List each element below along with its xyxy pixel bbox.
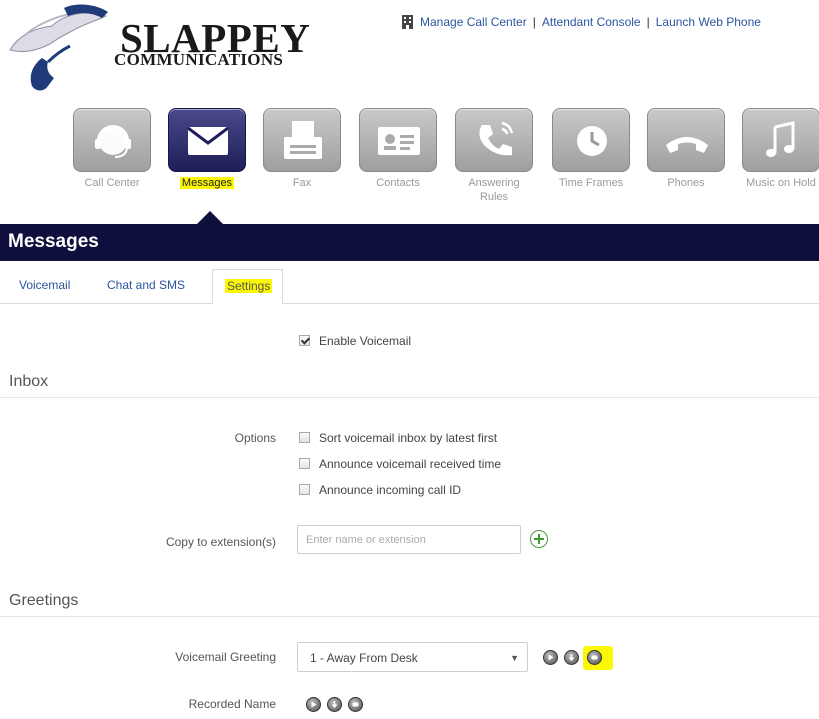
tab-settings[interactable]: Settings — [212, 269, 284, 305]
record-icon[interactable] — [587, 650, 602, 665]
record-icon[interactable] — [348, 697, 363, 712]
brand-logo: SLAPPEY COMMUNICATIONS — [4, 4, 310, 94]
app-label: Phones — [667, 177, 705, 189]
announce-call-id-checkbox[interactable] — [299, 484, 310, 495]
attendant-console-link[interactable]: Attendant Console — [542, 15, 641, 29]
chevron-down-icon: ▼ — [510, 653, 519, 663]
add-extension-button[interactable] — [530, 530, 548, 548]
tab-settings-label: Settings — [225, 279, 273, 293]
tab-bar: Voicemail Chat and SMS Settings — [0, 269, 819, 305]
top-links: Manage Call Center | Attendant Console |… — [401, 15, 761, 29]
app-phones[interactable]: Phones — [646, 108, 726, 190]
app-time-frames[interactable]: Time Frames — [551, 108, 631, 190]
copy-to-extension-label: Copy to extension(s) — [165, 535, 276, 549]
option-row: Announce voicemail received time — [299, 457, 501, 471]
music-note-icon — [742, 108, 819, 172]
phone-rules-icon — [455, 108, 533, 172]
manage-call-center-link[interactable]: Manage Call Center — [420, 15, 527, 29]
sort-latest-first-checkbox[interactable] — [299, 432, 310, 443]
app-label: Messages — [179, 177, 235, 189]
app-label: Fax — [292, 177, 312, 189]
voicemail-greeting-value: 1 - Away From Desk — [310, 651, 418, 665]
play-icon[interactable] — [543, 650, 558, 665]
building-icon — [402, 15, 413, 29]
app-music-on-hold[interactable]: Music on Hold — [741, 108, 819, 190]
app-fax[interactable]: Fax — [262, 108, 342, 190]
phone-handset-icon — [647, 108, 725, 172]
fax-icon — [263, 108, 341, 172]
active-app-caret — [196, 211, 224, 225]
contact-card-icon — [359, 108, 437, 172]
launch-web-phone-link[interactable]: Launch Web Phone — [656, 15, 761, 29]
app-label: Answering Rules — [468, 177, 520, 203]
headset-icon — [73, 108, 151, 172]
section-header: Messages — [0, 211, 819, 261]
logo-phone-icon — [9, 4, 108, 91]
app-label: Music on Hold — [746, 177, 816, 189]
recorded-name-label: Recorded Name — [188, 697, 276, 711]
brand-subtitle: COMMUNICATIONS — [114, 50, 284, 69]
announce-received-time-checkbox[interactable] — [299, 458, 310, 469]
app-call-center[interactable]: Call Center — [72, 108, 152, 190]
voicemail-greeting-select[interactable]: 1 - Away From Desk ▼ — [297, 642, 528, 672]
envelope-icon — [168, 108, 246, 172]
option-row: Sort voicemail inbox by latest first — [299, 431, 497, 445]
announce-call-id-label: Announce incoming call ID — [319, 483, 462, 497]
app-label: Contacts — [376, 177, 420, 189]
option-row: Announce incoming call ID — [299, 483, 461, 497]
voicemail-greeting-label: Voicemail Greeting — [175, 650, 276, 664]
clock-icon — [552, 108, 630, 172]
app-contacts[interactable]: Contacts — [358, 108, 438, 190]
greetings-heading: Greetings — [9, 592, 79, 609]
options-label: Options — [234, 431, 276, 445]
divider — [0, 616, 819, 617]
sort-latest-first-label: Sort voicemail inbox by latest first — [319, 431, 498, 445]
enable-voicemail-label: Enable Voicemail — [319, 334, 412, 348]
app-messages[interactable]: Messages — [167, 108, 247, 190]
page-title: Messages — [8, 231, 99, 252]
enable-voicemail-row: Enable Voicemail — [299, 334, 411, 348]
inbox-heading: Inbox — [9, 373, 49, 390]
play-icon[interactable] — [306, 697, 321, 712]
app-answering-rules[interactable]: Answering Rules — [454, 108, 534, 204]
divider — [0, 397, 819, 398]
app-label: Call Center — [84, 177, 140, 189]
link-separator: | — [532, 15, 536, 29]
download-icon[interactable] — [327, 697, 342, 712]
enable-voicemail-checkbox[interactable] — [299, 335, 310, 346]
tab-chat-and-sms[interactable]: Chat and SMS — [107, 278, 185, 292]
announce-received-time-label: Announce voicemail received time — [319, 457, 502, 471]
download-icon[interactable] — [564, 650, 579, 665]
tab-voicemail[interactable]: Voicemail — [19, 278, 70, 292]
app-label: Time Frames — [558, 177, 624, 189]
copy-to-extension-input[interactable] — [297, 525, 521, 554]
link-separator: | — [646, 15, 650, 29]
